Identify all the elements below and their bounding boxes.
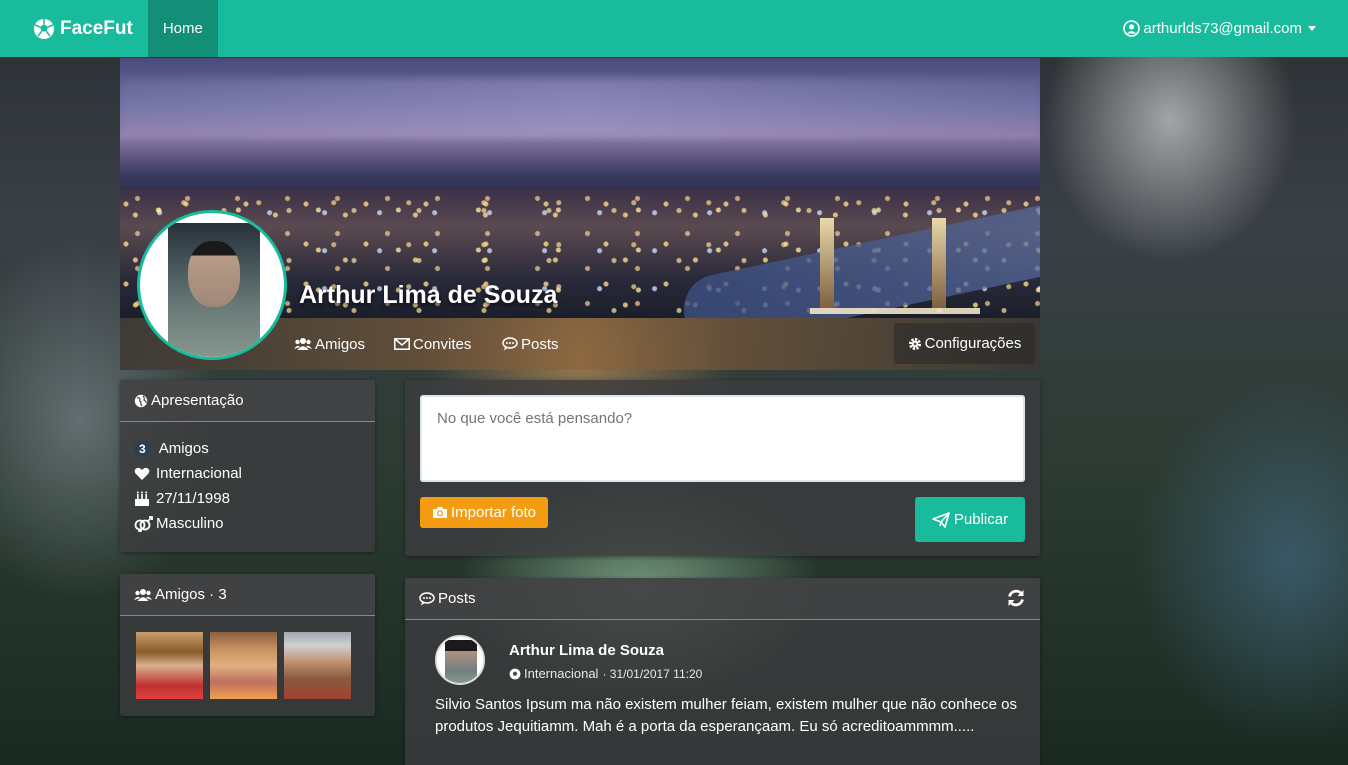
users-icon [294,338,312,350]
profile-tab-friends-label: Amigos [315,335,366,353]
publish-label: Publicar [953,511,1009,528]
profile-tab-friends[interactable]: Amigos [294,318,365,370]
gear-icon [908,337,921,350]
birthday-cake-icon [135,491,149,506]
post-body: Silvio Santos Ipsum ma não existem mulhe… [435,696,1017,735]
paper-plane-icon [932,511,950,528]
presentation-header: Apresentação [120,380,375,422]
post-composer: Importar foto Publicar [405,380,1040,556]
friends-panel-header: Amigos · 3 [120,574,375,616]
friend-avatar[interactable] [284,632,351,699]
settings-label: Configurações [924,335,1022,352]
post-team: Internacional [524,666,599,681]
posts-panel: Posts Arthur Lima de Souza Internacional… [405,578,1040,765]
user-email: arthurlds73@gmail.com [1143,20,1302,37]
profile-tab-invites[interactable]: Convites [394,318,471,370]
envelope-icon [394,338,410,350]
friends-panel: Amigos · 3 [120,574,375,716]
top-navbar: FaceFut Home arthurlds73@gmail.com [0,0,1348,57]
soccer-ball-icon [509,668,521,679]
friends-panel-title: Amigos · 3 [155,586,227,603]
friend-avatar[interactable] [210,632,277,699]
refresh-button[interactable] [1006,588,1026,613]
friends-count-badge: 3 [134,440,151,457]
post-meta: Internacional · 31/01/2017 11:20 [509,666,702,681]
team-value: Internacional [156,465,242,482]
birthday-value: 27/11/1998 [156,490,230,507]
friend-avatar[interactable] [136,632,203,699]
gender-value: Masculino [156,515,224,532]
birthday-row: 27/11/1998 [120,486,375,511]
profile-tab-posts-label: Posts [521,335,559,353]
brand-name: FaceFut [60,17,133,39]
heart-icon [134,467,150,480]
import-photo-label: Importar foto [450,504,537,521]
publish-button[interactable]: Publicar [915,497,1025,542]
comment-dots-icon [419,591,435,605]
profile-tab-invites-label: Convites [413,335,472,353]
brand-link[interactable]: FaceFut [0,0,148,57]
globe-icon [134,394,148,407]
presentation-title: Apresentação [151,392,244,409]
post-author-avatar[interactable] [435,635,485,685]
nav-home[interactable]: Home [147,0,218,57]
profile-name: Arthur Lima de Souza [299,281,558,309]
post-input[interactable] [420,395,1025,482]
friends-count-label: Amigos [158,440,209,457]
posts-title: Posts [438,590,476,607]
user-circle-icon [1123,20,1141,37]
profile-avatar[interactable] [137,210,287,360]
post-author-name[interactable]: Arthur Lima de Souza [509,642,664,659]
soccer-ball-icon [34,18,54,39]
genders-icon [134,515,153,532]
camera-icon [432,507,447,518]
presentation-panel: Apresentação 3 Amigos Internacional 27/1… [120,380,375,552]
friends-count-row: 3 Amigos [120,436,375,461]
posts-header: Posts [405,578,1040,620]
settings-button[interactable]: Configurações [894,323,1035,364]
post-date: · 31/01/2017 11:20 [602,666,703,681]
user-menu-toggle[interactable]: arthurlds73@gmail.com [1123,0,1316,57]
refresh-icon [1008,589,1024,607]
import-photo-button[interactable]: Importar foto [420,497,548,528]
comment-dots-icon [502,337,518,351]
gender-row: Masculino [120,511,375,536]
friends-list [120,616,375,699]
team-row: Internacional [120,461,375,486]
users-icon [134,588,152,601]
profile-tab-posts[interactable]: Posts [502,318,559,370]
chevron-down-icon [1308,26,1316,31]
